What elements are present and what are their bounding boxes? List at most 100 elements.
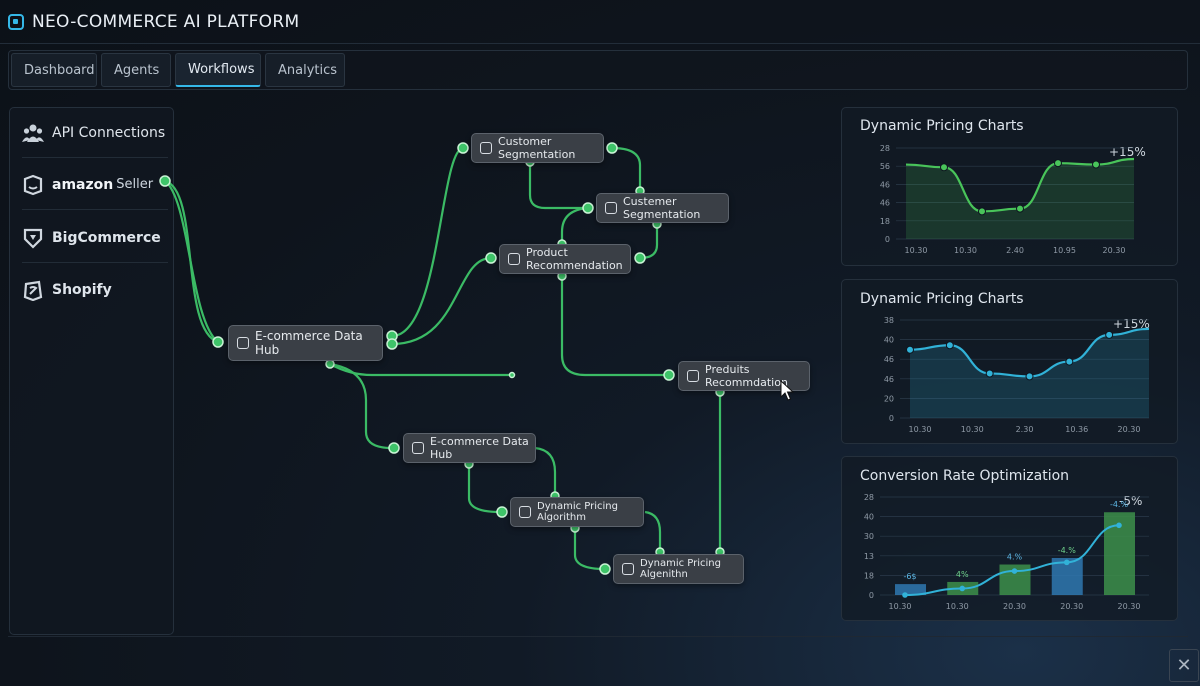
workflow-node-ecommerce-data-hub[interactable]: E-commerce Data Hub: [228, 325, 383, 361]
trend-point: [902, 592, 908, 598]
edge-n7-n8-a: [573, 528, 606, 571]
data-point: [906, 345, 914, 354]
shopify-icon: [22, 279, 44, 301]
edge-n6-n7-b: [534, 446, 557, 496]
sidebar-item-label: Shopify: [52, 282, 112, 298]
x-tick-label: 10.30: [954, 246, 977, 255]
y-tick-label: 46: [880, 180, 890, 189]
title-divider: [0, 43, 1200, 44]
port-n2-in: [582, 202, 594, 214]
port-hub-out-a: [386, 330, 398, 342]
port-n3-out: [634, 252, 646, 264]
y-tick-label: 46: [884, 375, 894, 384]
bar-label: -4.%: [1110, 500, 1129, 509]
tab-workflows[interactable]: Workflows: [175, 53, 261, 87]
sidebar-item-bigcommerce[interactable]: BigCommerce: [22, 213, 168, 263]
node-label: Dynamic Pricing Algorithm: [537, 501, 618, 523]
hub-icon: [412, 442, 424, 454]
trend-point: [1063, 559, 1070, 566]
trend-point: [1116, 522, 1122, 529]
edge-n1-n2-a: [528, 162, 588, 210]
x-tick-label: 20.30: [1118, 602, 1141, 611]
title-bar: NEO-COMMERCE AI PLATFORM: [0, 0, 1200, 44]
hub-icon: [237, 337, 249, 349]
y-tick-label: 40: [884, 336, 894, 345]
workflow-node-dynamic-pricing-algenithn[interactable]: Dynamic Pricing Algenithn: [613, 554, 744, 584]
bar-label: -4.%: [1058, 546, 1077, 555]
port-n6-in: [388, 442, 400, 454]
node-label: Customer Segmentation: [498, 135, 576, 161]
y-tick-label: 28: [880, 144, 890, 153]
port-hub-in: [212, 336, 224, 348]
x-tick-label: 10.30: [905, 246, 928, 255]
port-hub-bottom: [325, 359, 335, 369]
bigcommerce-icon: [22, 227, 44, 249]
workflow-node-ecommerce-data-hub-2[interactable]: E-commerce Data Hub: [403, 433, 536, 463]
x-tick-label: 20.30: [1060, 602, 1083, 611]
sidebar-item-label: Seller: [116, 177, 154, 192]
edge-n1-n2-b: [611, 146, 642, 191]
port-n1-in: [457, 142, 469, 154]
amazon-brand: amazon: [52, 176, 114, 193]
edge-n2-n3: [560, 206, 589, 244]
chart-conversion: 28 40 30 13 18 0 10.30 10.30 20.30 20.30 20.30 -6$ 4…: [864, 493, 1149, 611]
close-button[interactable]: ✕: [1169, 649, 1199, 682]
y-tick-label: 20: [884, 394, 894, 403]
data-point: [1025, 372, 1034, 381]
x-tick-label: 10.30: [909, 425, 932, 434]
workflow-node-custemer-segmentation[interactable]: Custemer Segmentation: [596, 193, 729, 223]
pricing-icon: [622, 563, 634, 575]
sidebar-item-amazon-seller[interactable]: amazon Seller: [22, 160, 168, 210]
edge-hub-open: [329, 363, 512, 377]
pricing-icon: [519, 506, 531, 518]
sidebar-item-api-connections[interactable]: API Connections: [22, 108, 168, 158]
users-icon: [22, 122, 44, 144]
series-area: [906, 159, 1134, 239]
y-tick-label: 46: [880, 199, 890, 208]
app-logo-icon: [8, 14, 24, 30]
bar-label: 4%: [956, 570, 969, 579]
chart-panel-pricing-1: Dynamic Pricing Charts +15% 28 56 46 46 18 0 1…: [841, 107, 1178, 266]
tab-agents[interactable]: Agents: [101, 53, 171, 87]
x-tick-label: 10.30: [961, 425, 984, 434]
node-label: E-commerce Data Hub: [255, 329, 363, 357]
data-point: [1054, 159, 1062, 168]
data-point: [985, 369, 994, 378]
port-open-end: [508, 371, 516, 379]
workflow-node-dynamic-pricing-algorithm[interactable]: Dynamic Pricing Algorithm: [510, 497, 644, 527]
bar-label: -6$: [903, 572, 916, 581]
chart-pricing-1: 28 56 46 46 18 0 10.30 10.30 2.40 10.95 20.30: [880, 144, 1135, 255]
product-icon: [687, 370, 699, 382]
port-n5-in: [663, 369, 675, 381]
workflow-node-customer-segmentation[interactable]: Customer Segmentation: [471, 133, 604, 163]
x-tick-label: 20.30: [1103, 246, 1126, 255]
bottom-divider: [8, 636, 1188, 637]
tab-analytics[interactable]: Analytics: [265, 53, 345, 87]
y-tick-label: 0: [889, 414, 894, 423]
y-tick-label: 46: [884, 355, 894, 364]
x-tick-label: 20.30: [1118, 425, 1141, 434]
edge-hub-n1: [391, 146, 464, 338]
edge-n2-n3-b: [639, 224, 659, 260]
edge-n3-n5: [560, 276, 669, 377]
edge-hub-n6: [329, 362, 393, 450]
y-tick-label: 38: [884, 316, 894, 325]
bar-label: 4.%: [1007, 553, 1023, 562]
port-hub-out-b: [386, 338, 398, 350]
trend-point: [959, 585, 966, 592]
sidebar-item-shopify[interactable]: Shopify: [22, 265, 168, 315]
edge-n6-n7-a: [467, 464, 501, 514]
workflow-node-product-recommendation[interactable]: Product Recommendation: [499, 244, 631, 274]
node-label: Dynamic Pricing Algenithn: [640, 558, 721, 580]
port-n8-in: [599, 563, 611, 575]
data-point: [1016, 204, 1024, 213]
node-label: E-commerce Data Hub: [430, 435, 529, 461]
node-label: Product Recommendation: [526, 246, 623, 272]
mouse-cursor-icon: [780, 380, 794, 401]
data-point: [945, 341, 954, 350]
x-tick-label: 20.30: [1003, 602, 1026, 611]
y-tick-label: 18: [864, 571, 874, 580]
chart-pricing-2: 38 40 46 46 20 0 10.30 10.30 2.30 10.36 20.30: [884, 316, 1150, 434]
data-point: [1092, 160, 1100, 169]
tab-dashboard[interactable]: Dashboard: [11, 53, 97, 87]
